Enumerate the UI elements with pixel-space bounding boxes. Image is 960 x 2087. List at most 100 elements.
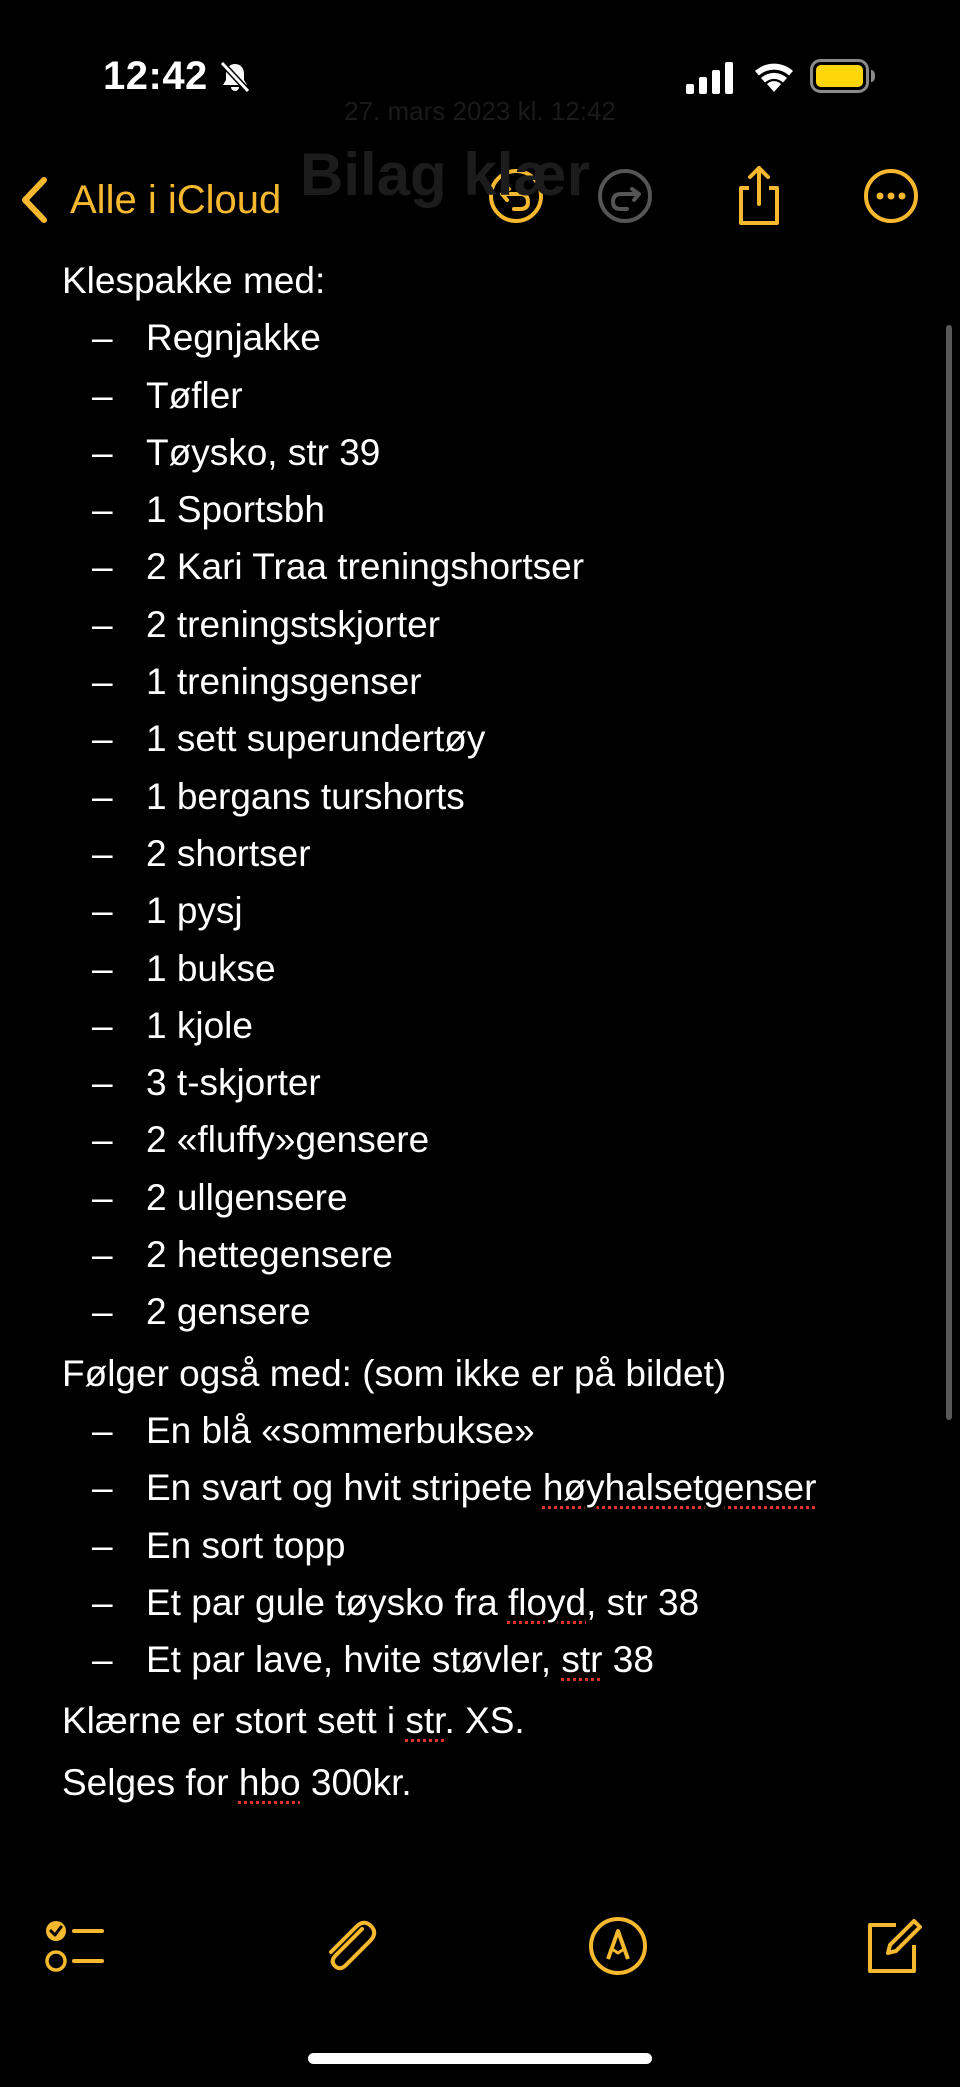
list-dash: – bbox=[92, 718, 113, 760]
compose-icon[interactable] bbox=[862, 1915, 924, 1977]
list-item-text: 1 treningsgenser bbox=[146, 661, 422, 703]
note-date: 27. mars 2023 kl. 12:42 bbox=[344, 96, 616, 126]
list-item: – En sort topp bbox=[62, 1517, 922, 1574]
list-dash: – bbox=[92, 546, 113, 588]
list-item-text: 1 bukse bbox=[146, 947, 276, 989]
list-dash: – bbox=[92, 1176, 113, 1218]
list-item-text: 3 t-skjorter bbox=[146, 1062, 321, 1104]
list-dash: – bbox=[92, 1291, 113, 1333]
list-item-text: Tøfler bbox=[146, 374, 243, 416]
scrollbar[interactable] bbox=[946, 325, 952, 1420]
list-item-text: En blå «sommerbukse» bbox=[146, 1409, 535, 1451]
list-item: –2 «fluffy»gensere bbox=[62, 1111, 922, 1168]
list-item: – En blå «sommerbukse» bbox=[62, 1402, 922, 1459]
list-item: –2 ullgensere bbox=[62, 1169, 922, 1226]
more-icon[interactable] bbox=[855, 160, 927, 232]
redo-icon[interactable] bbox=[589, 160, 661, 232]
bell-slash-icon bbox=[219, 60, 251, 94]
misspelled-word: str bbox=[561, 1639, 603, 1681]
chevron-left-icon bbox=[22, 177, 47, 223]
list-dash: – bbox=[92, 431, 113, 473]
list-dash: – bbox=[92, 947, 113, 989]
item-list: – En blå «sommerbukse» – En svart og hvit s… bbox=[62, 1402, 922, 1688]
back-label: Alle i iCloud bbox=[70, 177, 282, 222]
bottom-toolbar bbox=[0, 1915, 960, 1995]
misspelled-word: hbo bbox=[238, 1761, 301, 1803]
list-item: – Tøysko, str 39 bbox=[62, 424, 922, 481]
home-indicator[interactable] bbox=[308, 2053, 652, 2064]
list-item: –1 kjole bbox=[62, 997, 922, 1054]
list-item-text: Et par lave, hvite støvler, str 38 bbox=[146, 1639, 654, 1681]
status-bar: 12:42 bbox=[0, 0, 960, 150]
status-time: 12:42 bbox=[103, 54, 208, 98]
list-item-text: Et par gule tøysko fra floyd, str 38 bbox=[146, 1581, 700, 1623]
list-item-text: 1 sett superundertøy bbox=[146, 718, 486, 760]
misspelled-word: floyd bbox=[507, 1581, 587, 1623]
list-dash: – bbox=[92, 890, 113, 932]
list-item: –2 gensere bbox=[62, 1283, 922, 1340]
list-dash: – bbox=[92, 489, 113, 531]
list-dash: – bbox=[92, 1524, 113, 1566]
note-line: Klærne er stort sett i str. XS. bbox=[62, 1700, 525, 1742]
list-item-text: Tøysko, str 39 bbox=[146, 431, 381, 473]
list-dash: – bbox=[92, 317, 113, 359]
list-dash: – bbox=[92, 603, 113, 645]
note-line: Selges for hbo 300kr. bbox=[62, 1761, 412, 1803]
paperclip-icon[interactable] bbox=[318, 1915, 380, 1977]
share-icon[interactable] bbox=[723, 160, 795, 232]
list-dash: – bbox=[92, 775, 113, 817]
list-item-text: 2 ullgensere bbox=[146, 1176, 348, 1218]
misspelled-word: str bbox=[405, 1700, 445, 1742]
list-item: – En svart og hvit stripete høyhalsetgens… bbox=[62, 1459, 922, 1516]
list-item-text: 2 shortser bbox=[146, 832, 311, 874]
list-item: –1 Sportsbh bbox=[62, 481, 922, 538]
list-item-text: 1 kjole bbox=[146, 1004, 253, 1046]
list-item-text: 1 bergans turshorts bbox=[146, 775, 465, 817]
back-button[interactable]: Alle i iCloud bbox=[18, 160, 281, 240]
section-heading: Følger også med: (som ikke er på bildet) bbox=[62, 1352, 727, 1394]
list-item: – Et par gule tøysko fra floyd, str 38 bbox=[62, 1574, 922, 1631]
list-item: –1 sett superundertøy bbox=[62, 710, 922, 767]
list-item: –3 t-skjorter bbox=[62, 1054, 922, 1111]
list-item-text: 1 Sportsbh bbox=[146, 489, 325, 531]
list-item-text: 2 gensere bbox=[146, 1291, 311, 1333]
cellular-signal-icon bbox=[686, 62, 733, 94]
note-title: Bilag klær bbox=[300, 141, 591, 208]
list-item: –1 bukse bbox=[62, 940, 922, 997]
list-item: – Et par lave, hvite støvler, str 38 bbox=[62, 1631, 922, 1688]
markup-icon[interactable] bbox=[587, 1915, 649, 1977]
list-dash: – bbox=[92, 1409, 113, 1451]
list-item-text: 2 «fluffy»gensere bbox=[146, 1119, 430, 1161]
battery-icon bbox=[810, 59, 875, 93]
list-item: –1 pysj bbox=[62, 882, 922, 939]
misspelled-word: høyhalsetgenser bbox=[542, 1467, 817, 1509]
list-dash: – bbox=[92, 1467, 113, 1509]
note-body[interactable]: Klespakke med: – Regnjakke – Tøfler – Tøysko,… bbox=[62, 252, 922, 1811]
list-dash: – bbox=[92, 1581, 113, 1623]
list-item: –2 hettegensere bbox=[62, 1226, 922, 1283]
wifi-icon bbox=[755, 63, 793, 92]
list-item-text: 1 pysj bbox=[146, 890, 243, 932]
list-item-text: En sort topp bbox=[146, 1524, 346, 1566]
list-item-text: En svart og hvit stripete høyhalsetgense… bbox=[146, 1467, 817, 1509]
list-item-text: Regnjakke bbox=[146, 317, 321, 359]
checklist-icon[interactable] bbox=[42, 1915, 104, 1977]
list-dash: – bbox=[92, 374, 113, 416]
list-item-text: 2 Kari Traa treningshortser bbox=[146, 546, 585, 588]
list-item: – Regnjakke bbox=[62, 309, 922, 366]
list-dash: – bbox=[92, 661, 113, 703]
list-dash: – bbox=[92, 1639, 113, 1681]
list-item: –1 bergans turshorts bbox=[62, 768, 922, 825]
section-heading: Klespakke med: bbox=[62, 260, 326, 301]
list-item-text: 2 treningstskjorter bbox=[146, 603, 441, 645]
list-item: – Tøfler bbox=[62, 367, 922, 424]
list-dash: – bbox=[92, 1119, 113, 1161]
list-dash: – bbox=[92, 1234, 113, 1276]
list-item: –2 shortser bbox=[62, 825, 922, 882]
list-dash: – bbox=[92, 1004, 113, 1046]
list-dash: – bbox=[92, 1062, 113, 1104]
list-item: –2 treningstskjorter bbox=[62, 596, 922, 653]
list-item-text: 2 hettegensere bbox=[146, 1234, 393, 1276]
list-dash: – bbox=[92, 832, 113, 874]
item-list: – Regnjakke – Tøfler – Tøysko, str 39–1 Sport… bbox=[62, 309, 922, 1340]
